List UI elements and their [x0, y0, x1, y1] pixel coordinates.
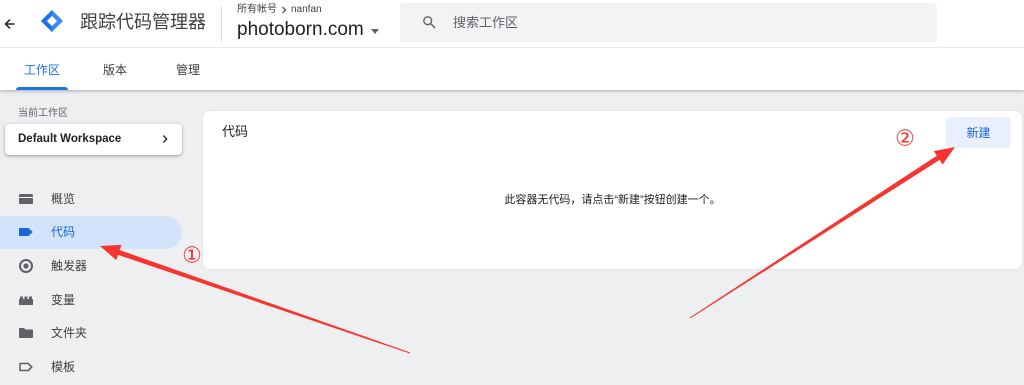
- tab-label: 管理: [175, 62, 200, 77]
- trigger-icon: [19, 258, 33, 273]
- sidebar-item-label: 代码: [51, 225, 76, 240]
- sidebar-nav: 概览 代码 触发器 变量 文件夹 模板: [0, 182, 182, 384]
- template-icon: [19, 362, 33, 372]
- sidebar-item-templates[interactable]: 模板: [0, 350, 182, 384]
- folder-icon: [19, 328, 33, 339]
- tab-bar: 工作区 版本 管理: [0, 48, 1024, 90]
- sidebar-item-label: 触发器: [51, 258, 88, 273]
- caret-down-icon: [370, 29, 379, 34]
- search-input[interactable]: [453, 3, 923, 42]
- sidebar-item-tags[interactable]: 代码: [0, 215, 182, 250]
- panel-title: 代码: [222, 124, 249, 139]
- back-button[interactable]: [2, 14, 18, 34]
- app-title: 跟踪代码管理器: [80, 12, 206, 32]
- tags-panel: 代码 新建 此容器无代码，请点击“新建”按钮创建一个。: [202, 110, 1023, 270]
- tab-admin[interactable]: 管理: [163, 48, 213, 90]
- search-icon: [423, 16, 436, 29]
- container-selector[interactable]: photoborn.com: [237, 18, 379, 42]
- sidebar-item-label: 文件夹: [51, 326, 88, 341]
- gtm-logo-icon[interactable]: [40, 9, 64, 33]
- arrow-back-icon: [4, 19, 15, 29]
- tab-workspace[interactable]: 工作区: [14, 48, 70, 90]
- top-app-bar: 跟踪代码管理器 所有帐号 nanfan photoborn.com: [0, 0, 1024, 48]
- tab-versions[interactable]: 版本: [90, 48, 140, 90]
- workspace-name: Default Workspace: [18, 133, 122, 145]
- breadcrumb-account[interactable]: nanfan: [291, 3, 322, 17]
- variable-icon: [19, 296, 33, 305]
- overview-icon: [19, 193, 33, 204]
- sidebar: 当前工作区 Default Workspace 概览 代码 触发器 变量 文件夹…: [0, 90, 190, 385]
- tag-icon: [19, 228, 33, 237]
- sidebar-item-label: 概览: [51, 191, 76, 206]
- breadcrumb: 所有帐号 nanfan: [237, 3, 322, 17]
- header-divider: [221, 6, 222, 42]
- tab-label: 版本: [102, 62, 127, 77]
- search-box[interactable]: [400, 3, 937, 42]
- empty-state-message: 此容器无代码，请点击“新建”按钮创建一个。: [504, 194, 721, 206]
- chevron-right-icon: [162, 135, 168, 143]
- container-name: photoborn.com: [237, 19, 364, 40]
- sidebar-item-variables[interactable]: 变量: [0, 283, 182, 317]
- sidebar-item-label: 变量: [51, 292, 76, 307]
- sidebar-item-folders[interactable]: 文件夹: [0, 316, 182, 350]
- sidebar-item-triggers[interactable]: 触发器: [0, 249, 182, 283]
- workspace-selector[interactable]: Default Workspace: [5, 124, 182, 155]
- chevron-right-icon: [282, 6, 287, 14]
- current-workspace-label: 当前工作区: [18, 108, 68, 119]
- tab-label: 工作区: [23, 62, 60, 77]
- breadcrumb-all-accounts[interactable]: 所有帐号: [237, 3, 277, 17]
- sidebar-item-overview[interactable]: 概览: [0, 182, 182, 216]
- sidebar-item-label: 模板: [51, 359, 76, 374]
- new-tag-button[interactable]: 新建: [946, 117, 1011, 148]
